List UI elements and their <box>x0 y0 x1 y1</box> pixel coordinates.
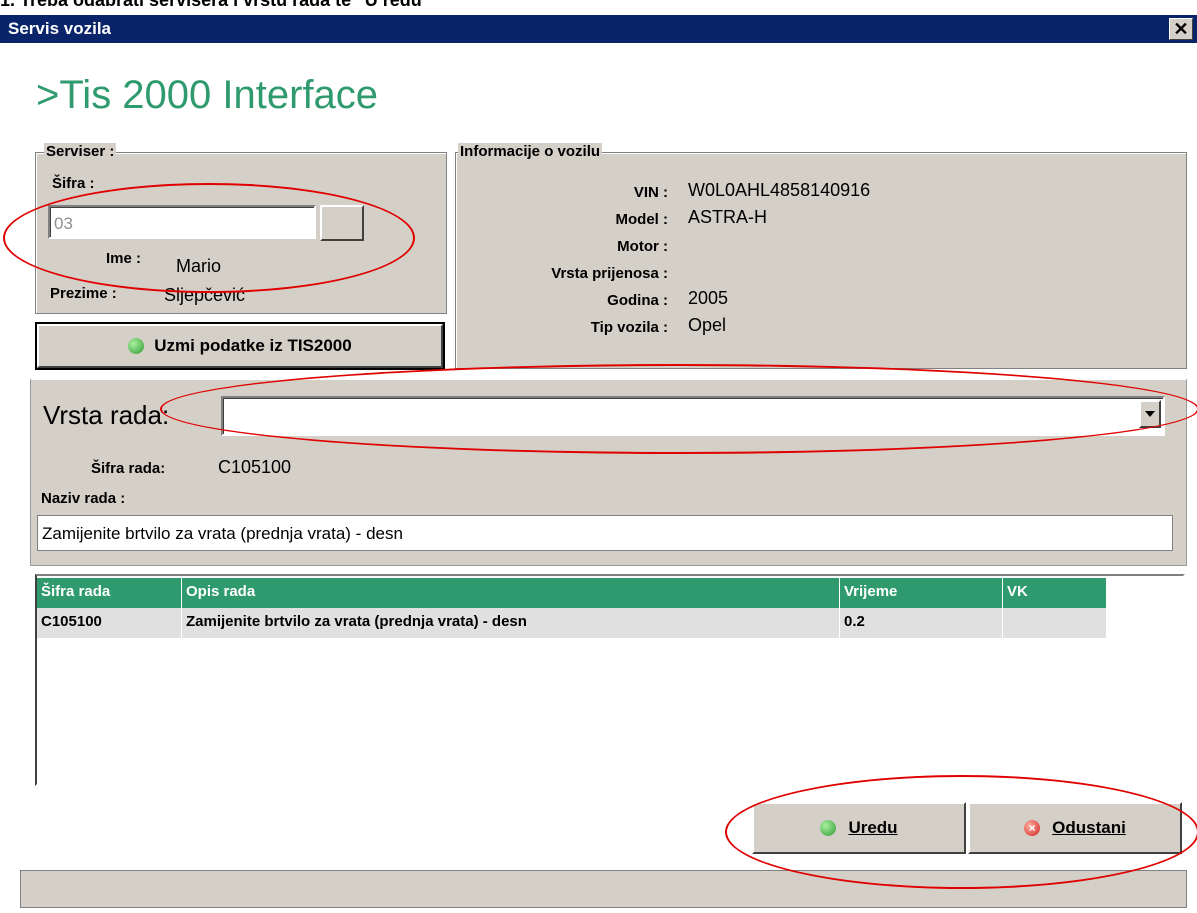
fetch-tis2000-button[interactable]: Uzmi podatke iz TIS2000 <box>35 322 445 370</box>
work-table[interactable]: Šifra rada Opis rada Vrijeme VK C105100 … <box>35 574 1185 786</box>
cell-sifra-rada: C105100 <box>37 608 182 638</box>
prezime-label: Prezime : <box>50 285 117 302</box>
col-sifra-rada[interactable]: Šifra rada <box>37 578 182 608</box>
table-header: Šifra rada Opis rada Vrijeme VK <box>37 578 1107 608</box>
model-label: Model : <box>615 211 669 228</box>
vehicle-labels: VIN : Model : Motor : Vrsta prijenosa : … <box>456 179 668 341</box>
sifra-label: Šifra : <box>52 175 95 192</box>
motor-value <box>688 231 870 258</box>
window-title: Servis vozila <box>8 19 112 38</box>
naziv-rada-label: Naziv rada : <box>41 490 126 507</box>
annotation-oval-vrsta-rada <box>160 364 1197 454</box>
annotation-oval-sifra <box>3 183 415 293</box>
cell-vrijeme: 0.2 <box>840 608 1003 638</box>
col-vrijeme[interactable]: Vrijeme <box>840 578 1003 608</box>
vrsta-rada-label: Vrsta rada: <box>43 400 170 430</box>
godina-value: 2005 <box>688 288 729 308</box>
naziv-rada-input[interactable]: Zamijenite brtvilo za vrata (prednja vra… <box>37 515 1173 551</box>
cell-opis-rada: Zamijenite brtvilo za vrata (prednja vra… <box>182 608 840 638</box>
table-row[interactable]: C105100 Zamijenite brtvilo za vrata (pre… <box>37 608 1107 638</box>
vehicle-info-legend: Informacije o vozilu <box>458 143 603 160</box>
vehicle-values: W0L0AHL4858140916 ASTRA-H 2005 Opel <box>688 177 870 339</box>
serviser-legend: Serviser : <box>44 143 117 160</box>
cell-vk <box>1003 608 1107 638</box>
tip-vozila-label: Tip vozila : <box>590 319 668 336</box>
col-opis-rada[interactable]: Opis rada <box>182 578 840 608</box>
vrsta-prijenosa-value <box>688 258 870 285</box>
sifra-rada-label: Šifra rada: <box>91 460 166 477</box>
fetch-button-label: Uzmi podatke iz TIS2000 <box>154 336 352 355</box>
instruction-caption: 1. Treba odabrati servisera i vrstu rada… <box>0 0 431 10</box>
app-title: >Tis 2000 Interface <box>36 73 379 117</box>
godina-label: Godina : <box>607 292 668 309</box>
vin-value: W0L0AHL4858140916 <box>688 180 871 200</box>
annotation-oval-buttons <box>725 775 1197 889</box>
arrow-right-icon <box>128 338 145 354</box>
model-value: ASTRA-H <box>688 207 768 227</box>
motor-label: Motor : <box>617 238 668 255</box>
window-titlebar: Servis vozila ✕ <box>0 15 1197 43</box>
vrsta-prijenosa-label: Vrsta prijenosa : <box>551 265 668 282</box>
tip-vozila-value: Opel <box>688 315 727 335</box>
close-icon[interactable]: ✕ <box>1169 18 1193 40</box>
vin-label: VIN : <box>633 184 668 201</box>
vehicle-info-group: Informacije o vozilu VIN : Model : Motor… <box>455 143 1187 369</box>
sifra-rada-value: C105100 <box>218 457 292 477</box>
col-vk[interactable]: VK <box>1003 578 1107 608</box>
